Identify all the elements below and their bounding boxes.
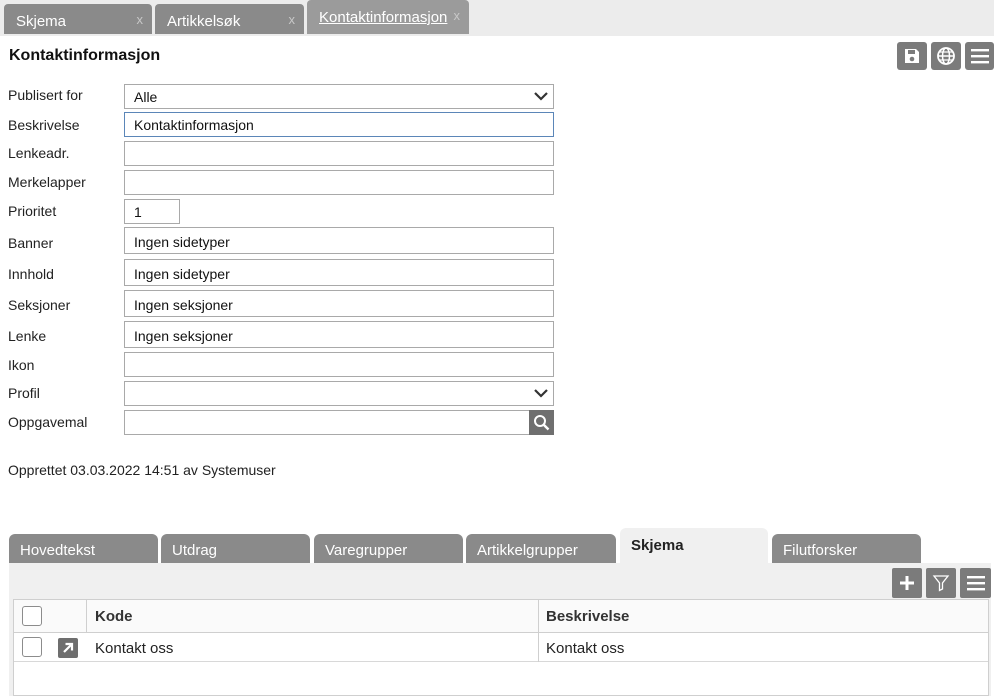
lenkeadr-label: Lenkeadr. xyxy=(8,145,70,161)
tab-utdrag[interactable]: Utdrag xyxy=(161,534,310,564)
external-link-icon xyxy=(63,642,74,653)
publisert-for-label: Publisert for xyxy=(8,87,83,103)
close-icon[interactable]: x xyxy=(289,12,296,27)
tab-label: Artikkelsøk xyxy=(167,13,241,30)
publisert-for-select[interactable]: Alle xyxy=(124,84,554,109)
language-button[interactable] xyxy=(931,42,961,70)
chevron-down-icon xyxy=(534,389,548,398)
lenke-value: Ingen seksjoner xyxy=(134,328,233,344)
column-divider xyxy=(538,633,539,662)
search-button[interactable] xyxy=(529,410,554,435)
column-header-beskrivelse[interactable]: Beskrivelse xyxy=(546,608,629,625)
innhold-value: Ingen sidetyper xyxy=(134,266,230,282)
close-icon[interactable]: x xyxy=(454,8,461,23)
profil-label: Profil xyxy=(8,385,40,401)
open-link-button[interactable] xyxy=(58,638,78,658)
menu-icon xyxy=(966,576,985,591)
add-button[interactable] xyxy=(892,568,922,598)
banner-field[interactable]: Ingen sidetyper xyxy=(124,227,554,254)
tab-kontaktinformasjon[interactable]: Kontaktinformasjon x xyxy=(307,0,469,34)
chevron-down-icon xyxy=(534,92,548,101)
top-tab-bar: Skjema x Artikkelsøk x Kontaktinformasjo… xyxy=(0,0,994,36)
lenke-field[interactable]: Ingen seksjoner xyxy=(124,321,554,348)
page-title: Kontaktinformasjon xyxy=(9,47,161,64)
filter-icon xyxy=(932,575,950,592)
seksjoner-field[interactable]: Ingen seksjoner xyxy=(124,290,554,317)
close-icon[interactable]: x xyxy=(137,12,144,27)
innhold-field[interactable]: Ingen sidetyper xyxy=(124,259,554,286)
beskrivelse-input[interactable]: Kontaktinformasjon xyxy=(124,112,554,137)
tab-filutforsker[interactable]: Filutforsker xyxy=(772,534,921,564)
select-all-checkbox[interactable] xyxy=(22,606,42,626)
save-button[interactable] xyxy=(897,42,927,70)
menu-icon xyxy=(970,49,989,64)
column-divider xyxy=(86,600,87,633)
globe-icon xyxy=(937,47,955,65)
created-info: Opprettet 03.03.2022 14:51 av Systemuser xyxy=(8,462,276,478)
beskrivelse-value: Kontaktinformasjon xyxy=(134,117,254,133)
column-divider xyxy=(538,600,539,633)
tab-skjema-active[interactable]: Skjema xyxy=(620,528,768,564)
merkelapper-input[interactable] xyxy=(124,170,554,195)
tab-label: Kontaktinformasjon xyxy=(319,9,448,26)
filter-button[interactable] xyxy=(926,568,956,598)
grid-menu-button[interactable] xyxy=(960,568,991,598)
data-grid: Kode Beskrivelse Kontakt oss Kontakt oss xyxy=(13,599,989,696)
column-header-kode[interactable]: Kode xyxy=(95,608,133,625)
banner-value: Ingen sidetyper xyxy=(134,234,230,250)
prioritet-input[interactable]: 1 xyxy=(124,199,180,224)
cell-beskrivelse: Kontakt oss xyxy=(546,640,625,657)
tab-artikkelsok[interactable]: Artikkelsøk x xyxy=(155,4,304,34)
tab-artikkelgrupper[interactable]: Artikkelgrupper xyxy=(466,534,616,564)
tab-varegrupper[interactable]: Varegrupper xyxy=(314,534,463,564)
search-icon xyxy=(534,415,550,431)
banner-label: Banner xyxy=(8,235,54,251)
row-checkbox[interactable] xyxy=(22,637,42,657)
ikon-label: Ikon xyxy=(8,357,35,373)
prioritet-value: 1 xyxy=(134,204,142,220)
prioritet-label: Prioritet xyxy=(8,203,57,219)
merkelapper-label: Merkelapper xyxy=(8,174,86,190)
menu-button[interactable] xyxy=(965,42,994,70)
publisert-for-value: Alle xyxy=(134,89,158,105)
oppgavemal-input[interactable] xyxy=(124,410,554,435)
innhold-label: Innhold xyxy=(8,266,54,282)
lenke-label: Lenke xyxy=(8,328,47,344)
lenkeadr-input[interactable] xyxy=(124,141,554,166)
grid-header: Kode Beskrivelse xyxy=(14,600,988,633)
oppgavemal-label: Oppgavemal xyxy=(8,414,88,430)
seksjoner-value: Ingen seksjoner xyxy=(134,297,233,313)
tab-skjema[interactable]: Skjema x xyxy=(4,4,152,34)
beskrivelse-label: Beskrivelse xyxy=(8,117,80,133)
plus-icon xyxy=(900,576,914,590)
table-row[interactable]: Kontakt oss Kontakt oss xyxy=(14,633,988,662)
save-icon xyxy=(905,49,919,63)
profil-select[interactable] xyxy=(124,381,554,406)
ikon-input[interactable] xyxy=(124,352,554,377)
seksjoner-label: Seksjoner xyxy=(8,297,71,313)
cell-kode: Kontakt oss xyxy=(95,640,174,657)
tab-hovedtekst[interactable]: Hovedtekst xyxy=(9,534,158,564)
tab-label: Skjema xyxy=(16,13,67,30)
